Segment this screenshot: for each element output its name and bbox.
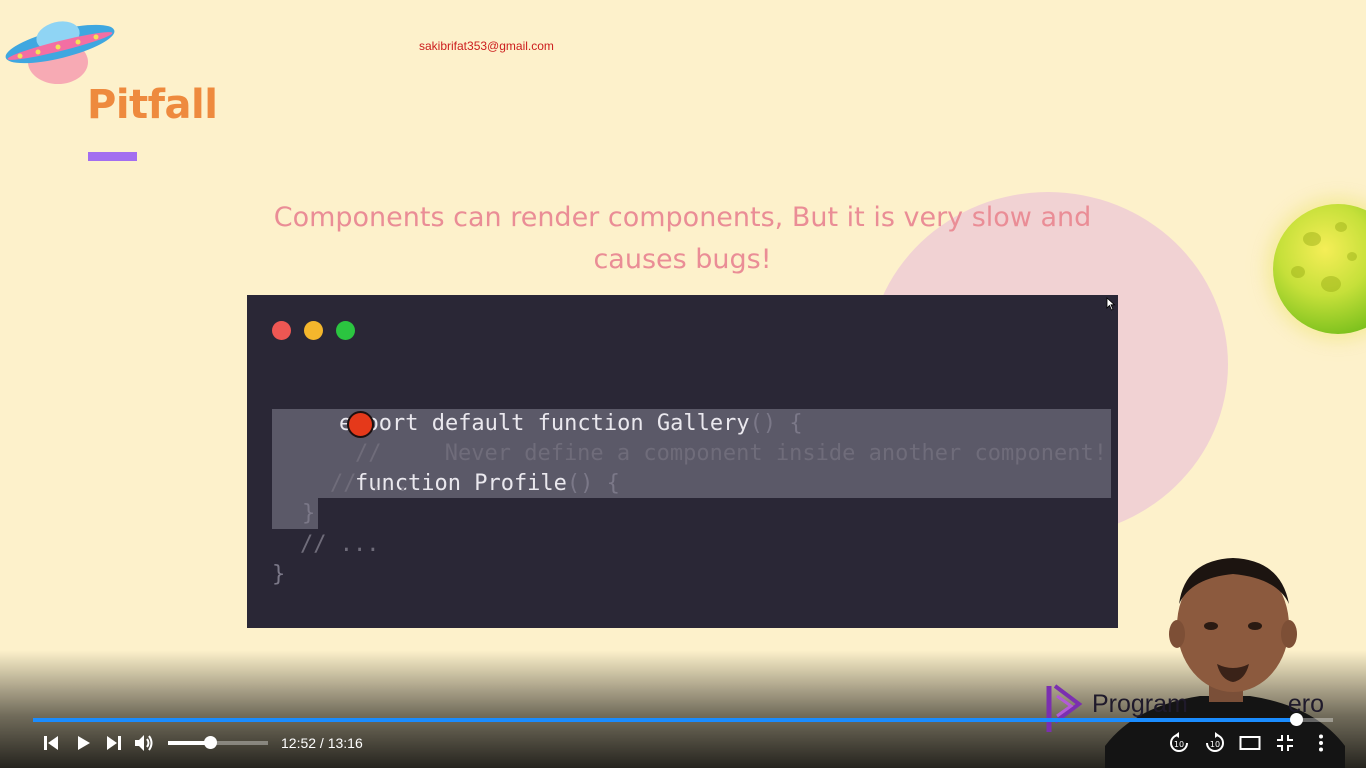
more-options-icon	[1319, 734, 1323, 752]
svg-text:10: 10	[1210, 740, 1220, 749]
subtitle-line-1: Components can render components, But it…	[273, 202, 1092, 233]
play-icon	[78, 736, 90, 750]
video-frame[interactable]: sakibrifat353@gmail.com Pitfall Componen…	[0, 0, 1366, 768]
window-minimize-dot	[304, 321, 323, 340]
watermark-email: sakibrifat353@gmail.com	[419, 39, 554, 53]
code-line-6: // ...	[300, 532, 380, 557]
theater-mode-button[interactable]	[1238, 730, 1262, 756]
code-line-7: }	[272, 562, 286, 587]
more-options-button[interactable]	[1312, 730, 1330, 756]
exit-fullscreen-button[interactable]	[1274, 730, 1296, 756]
window-close-dot	[272, 321, 291, 340]
slide-title: Pitfall	[87, 82, 218, 128]
previous-button[interactable]	[40, 730, 62, 756]
progress-played	[33, 718, 1297, 722]
rewind-10-icon: 10	[1170, 732, 1188, 752]
forward-10-button[interactable]: 10	[1203, 730, 1227, 756]
progress-bar[interactable]	[33, 713, 1333, 726]
title-underline	[88, 152, 137, 161]
volume-slider[interactable]	[168, 736, 268, 749]
volume-handle[interactable]	[204, 736, 217, 749]
play-button[interactable]	[72, 730, 94, 756]
window-maximize-dot	[336, 321, 355, 340]
skip-previous-icon	[44, 736, 58, 750]
skip-next-icon	[107, 736, 121, 750]
code-line-4: // ...	[330, 471, 410, 496]
mouse-cursor-icon	[1106, 297, 1116, 311]
slide-subtitle: Components can render components, But it…	[260, 197, 1105, 281]
forward-10-icon: 10	[1206, 732, 1224, 752]
mute-button[interactable]	[132, 730, 156, 756]
logo-text: Program ero	[1092, 690, 1325, 718]
volume-icon	[135, 735, 153, 751]
next-button[interactable]	[103, 730, 125, 756]
subtitle-line-2: causes bugs!	[593, 244, 772, 275]
theater-mode-icon	[1239, 736, 1261, 750]
exit-fullscreen-icon	[1277, 735, 1293, 751]
rewind-10-button[interactable]: 10	[1167, 730, 1191, 756]
code-line-5: }	[302, 501, 316, 526]
time-display: 12:52 / 13:16	[281, 735, 363, 751]
svg-text:10: 10	[1174, 740, 1184, 749]
red-circle-emoji-icon	[347, 411, 374, 438]
planet-illustration	[1273, 204, 1366, 334]
